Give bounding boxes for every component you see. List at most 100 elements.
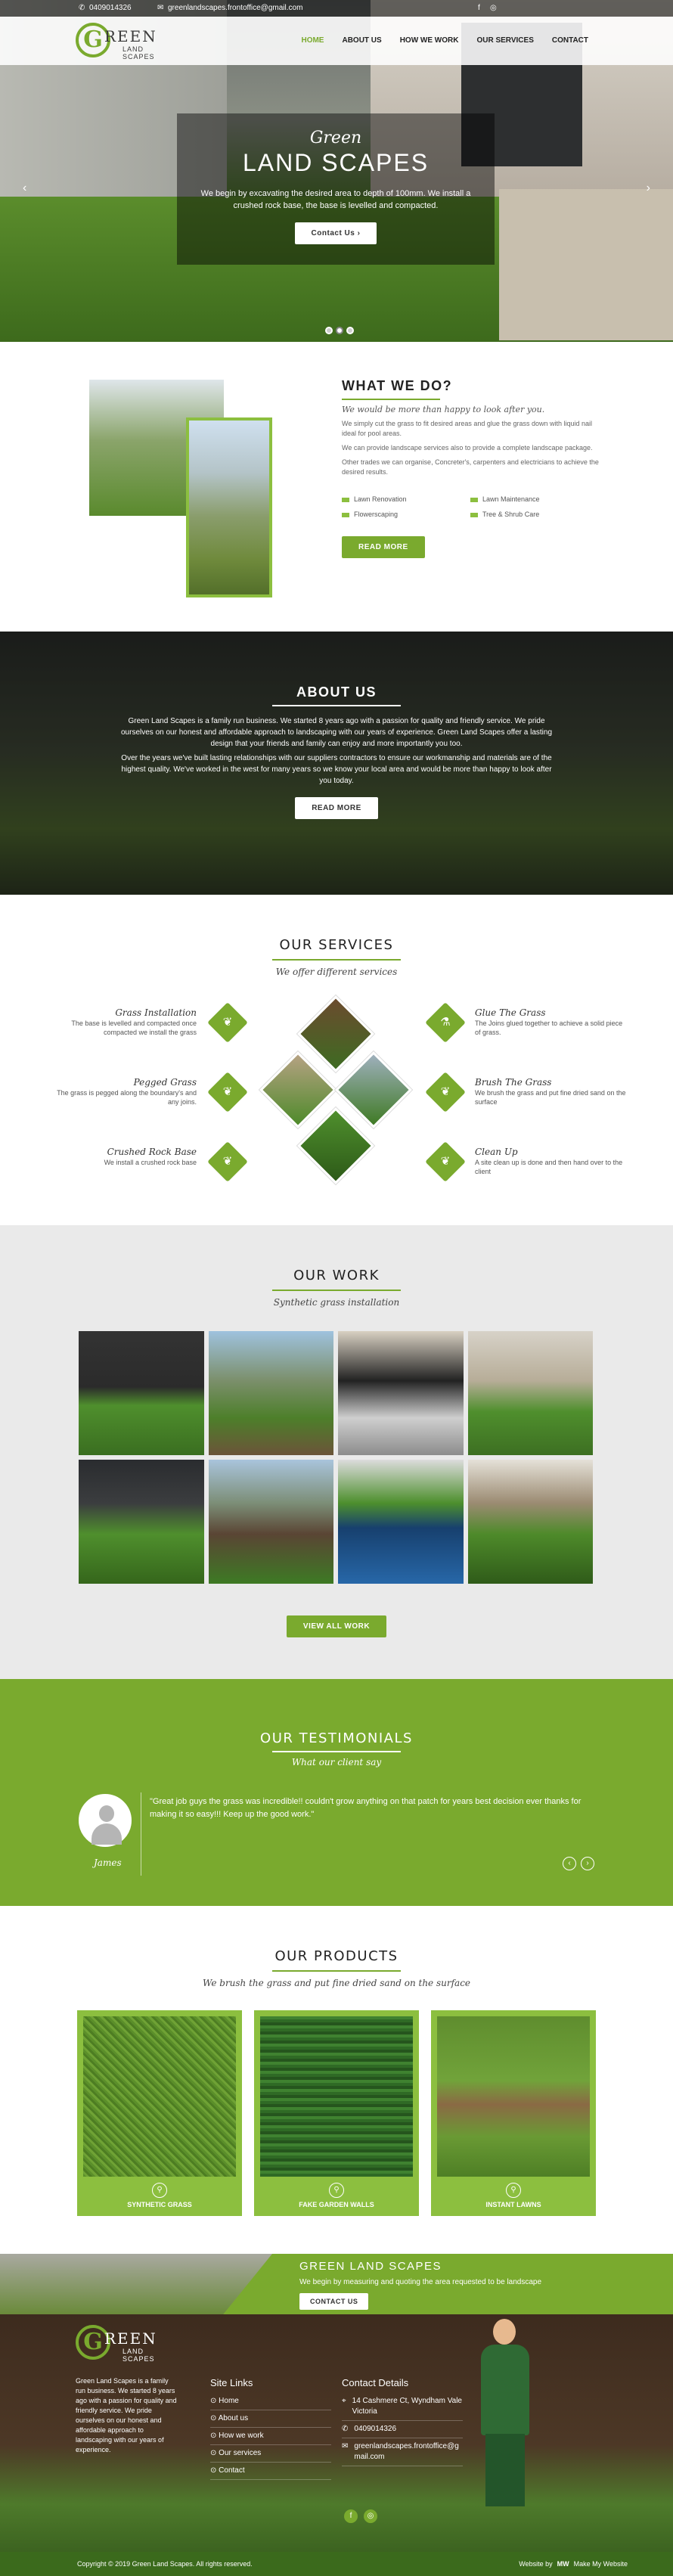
- work-header: OUR WORK Synthetic grass installation: [0, 1268, 673, 1308]
- footer-link-how-we-work[interactable]: ⊙ How we work: [210, 2428, 331, 2445]
- section-subtitle: We brush the grass and put fine dried sa…: [202, 1978, 471, 1988]
- facebook-icon[interactable]: f: [344, 2509, 358, 2523]
- testimonial-prev-icon[interactable]: ‹: [563, 1857, 576, 1870]
- products-section: OUR PRODUCTS We brush the grass and put …: [0, 1906, 673, 2254]
- slider-dot[interactable]: [325, 327, 333, 334]
- instant-lawn-photo: [437, 2016, 590, 2177]
- nav-our-services[interactable]: OUR SERVICES: [467, 36, 542, 45]
- footer-link-services[interactable]: ⊙ Our services: [210, 2445, 331, 2463]
- gardener-body: [481, 2345, 529, 2435]
- slider-dot[interactable]: [346, 327, 354, 334]
- service-item: Glue The Grass The Joins glued together …: [475, 1008, 626, 1037]
- work-photo[interactable]: [467, 1460, 593, 1584]
- work-photo[interactable]: [208, 1460, 333, 1584]
- instagram-icon[interactable]: ◎: [364, 2509, 377, 2523]
- cta-contact-button[interactable]: CONTACT US: [299, 2293, 369, 2310]
- about-content: ABOUT US Green Land Scapes is a family r…: [121, 684, 552, 819]
- link-label: About us: [218, 2414, 249, 2422]
- service-item: Grass Installation The base is levelled …: [45, 1008, 197, 1037]
- topbar-email[interactable]: greenlandscapes.frontoffice@gmail.com: [168, 4, 302, 12]
- credit-logo-icon: MW: [557, 2560, 569, 2568]
- section-title: OUR WORK: [293, 1268, 380, 1283]
- work-photo[interactable]: [338, 1331, 464, 1455]
- slider-dot-active[interactable]: [336, 327, 343, 334]
- product-card[interactable]: ⚲ SYNTHETIC GRASS: [77, 2010, 242, 2216]
- paragraph: Green Land Scapes is a family run busine…: [121, 717, 552, 748]
- footer-phone[interactable]: ✆ 0409014326: [342, 2421, 463, 2438]
- nav-about[interactable]: ABOUT US: [333, 36, 390, 45]
- top-bar: ✆ 0409014326 ✉ greenlandscapes.frontoffi…: [0, 0, 673, 17]
- paragraph: Over the years we've built lasting relat…: [121, 754, 552, 785]
- view-all-work-button[interactable]: VIEW ALL WORK: [286, 1615, 387, 1637]
- service-item: Clean Up A site clean up is done and the…: [475, 1147, 626, 1176]
- footer-link-home[interactable]: ⊙ Home: [210, 2393, 331, 2410]
- footer-email[interactable]: ✉ greenlandscapes.frontoffice@gmail.com: [342, 2438, 463, 2466]
- work-photo[interactable]: [208, 1331, 333, 1455]
- link-label: Home: [219, 2397, 239, 2405]
- section-subtitle: Synthetic grass installation: [273, 1297, 400, 1308]
- work-photo[interactable]: [338, 1460, 464, 1584]
- service-text: A site clean up is done and then hand ov…: [475, 1159, 623, 1175]
- link-icon[interactable]: ⚲: [152, 2183, 167, 2198]
- section-title: WHAT WE DO?: [342, 378, 453, 393]
- title-underline: [272, 1751, 401, 1752]
- product-name: SYNTHETIC GRASS: [127, 2201, 192, 2208]
- link-icon[interactable]: ⚲: [506, 2183, 521, 2198]
- slider-prev-icon[interactable]: ‹: [23, 182, 26, 195]
- work-photo[interactable]: [79, 1331, 204, 1455]
- service-title: Brush The Grass: [475, 1077, 552, 1088]
- read-more-button[interactable]: READ MORE: [342, 536, 425, 558]
- service-title: Crushed Rock Base: [107, 1147, 197, 1157]
- paragraph: Other trades we can organise, Concreter'…: [342, 458, 599, 476]
- copyright-text: Copyright © 2019 Green Land Scapes. All …: [77, 2560, 253, 2568]
- nav-home[interactable]: HOME: [292, 36, 333, 45]
- testimonial-next-icon[interactable]: ›: [581, 1857, 594, 1870]
- footer-address: ⌖ 14 Cashmere Ct, Wyndham Vale Victoria: [342, 2393, 463, 2421]
- main-nav: G REEN LAND SCAPES HOME ABOUT US HOW WE …: [0, 17, 673, 65]
- hero-title: LAND SCAPES: [242, 149, 430, 176]
- copyright-bar: Copyright © 2019 Green Land Scapes. All …: [0, 2552, 673, 2576]
- service-title: Glue The Grass: [475, 1007, 546, 1018]
- product-card[interactable]: ⚲ INSTANT LAWNS: [431, 2010, 596, 2216]
- instagram-icon[interactable]: ◎: [490, 4, 497, 12]
- hero-contact-label: Contact Us: [311, 229, 355, 237]
- service-item: Crushed Rock Base We install a crushed r…: [45, 1147, 197, 1167]
- service-title: Clean Up: [475, 1147, 518, 1157]
- footer-social: f ◎: [344, 2509, 377, 2523]
- slider-next-icon[interactable]: ›: [647, 182, 650, 195]
- cta-title: GREEN LAND SCAPES: [299, 2260, 442, 2273]
- nav-contact[interactable]: CONTACT: [543, 36, 597, 45]
- logo-subtext: LAND SCAPES: [123, 2348, 155, 2363]
- title-underline: [272, 959, 401, 961]
- footer-link-contact[interactable]: ⊙ Contact: [210, 2463, 331, 2480]
- services-header: OUR SERVICES We offer different services: [0, 937, 673, 977]
- hero-contact-button[interactable]: Contact Us ›: [294, 222, 377, 244]
- work-photo[interactable]: [467, 1331, 593, 1455]
- hero-caption: Green LAND SCAPES We begin by excavating…: [177, 129, 495, 244]
- title-underline: [272, 1970, 401, 1972]
- title-underline: [342, 399, 440, 400]
- about-read-more-button[interactable]: READ MORE: [295, 797, 378, 819]
- service-item: Pegged Grass The grass is pegged along t…: [45, 1078, 197, 1106]
- hero-deck: [499, 189, 673, 340]
- client-name: James: [94, 1858, 122, 1868]
- list-item: Lawn Renovation: [342, 495, 470, 503]
- brush-icon: ❦: [425, 1072, 466, 1113]
- facebook-icon[interactable]: f: [478, 4, 480, 12]
- product-name: INSTANT LAWNS: [485, 2201, 541, 2208]
- section-title: OUR PRODUCTS: [274, 1948, 399, 1964]
- hero-text: We begin by excavating the desired area …: [200, 189, 471, 210]
- footer-link-about[interactable]: ⊙ About us: [210, 2410, 331, 2428]
- footer-logo[interactable]: G REEN LAND SCAPES: [76, 2325, 166, 2363]
- nav-how-we-work[interactable]: HOW WE WORK: [391, 36, 468, 45]
- website-credit[interactable]: Website by MW Make My Website: [519, 2560, 628, 2568]
- link-icon[interactable]: ⚲: [329, 2183, 344, 2198]
- topbar-phone[interactable]: 0409014326: [89, 4, 132, 12]
- footer: G REEN LAND SCAPES Green Land Scapes is …: [0, 2314, 673, 2552]
- work-photo[interactable]: [79, 1460, 204, 1584]
- list-item: Flowerscaping: [342, 511, 470, 518]
- garden-photo: [186, 417, 272, 597]
- paragraph: We can provide landscape services also t…: [342, 444, 593, 452]
- product-card[interactable]: ⚲ FAKE GARDEN WALLS: [254, 2010, 419, 2216]
- logo[interactable]: G REEN LAND SCAPES: [76, 23, 166, 61]
